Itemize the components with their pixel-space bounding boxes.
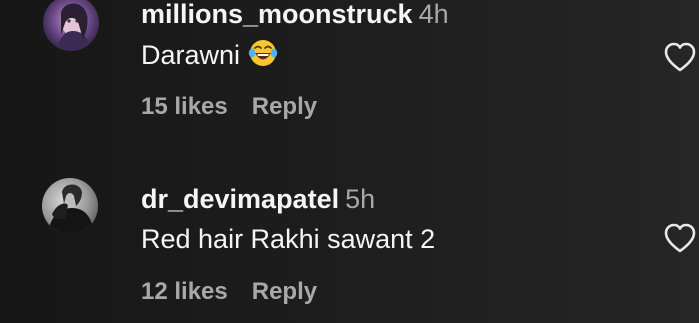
username[interactable]: millions_moonstruck: [141, 0, 413, 29]
like-heart-icon[interactable]: [663, 222, 697, 254]
reply-button[interactable]: Reply: [252, 93, 317, 120]
avatar[interactable]: [42, 178, 98, 234]
comment-header: dr_devimapatel 5h: [141, 183, 375, 215]
comment-text-body: Darawni: [141, 40, 241, 70]
avatar[interactable]: [43, 0, 99, 51]
comment-text: Darawni: [141, 38, 278, 71]
timestamp: 4h: [418, 0, 449, 29]
timestamp: 5h: [345, 184, 376, 214]
avatar-image: [43, 0, 99, 51]
comment-header: millions_moonstruck 4h: [141, 0, 449, 30]
likes-count[interactable]: 15 likes: [141, 93, 228, 120]
avatar-image: [42, 178, 98, 234]
laughing-crying-emoji-icon: [248, 38, 278, 68]
comment-item: millions_moonstruck 4h Darawni 15 likes Re…: [0, 0, 699, 138]
comment-item: dr_devimapatel 5h Red hair Rakhi sawant 2…: [0, 173, 699, 323]
like-heart-icon[interactable]: [663, 41, 697, 73]
comment-actions: 12 likes Reply: [141, 277, 317, 307]
comment-text-body: Red hair Rakhi sawant 2: [141, 224, 436, 254]
comment-actions: 15 likes Reply: [141, 92, 317, 122]
likes-count[interactable]: 12 likes: [141, 278, 228, 305]
reply-button[interactable]: Reply: [252, 278, 317, 305]
comment-text: Red hair Rakhi sawant 2: [141, 223, 435, 255]
username[interactable]: dr_devimapatel: [141, 184, 339, 214]
